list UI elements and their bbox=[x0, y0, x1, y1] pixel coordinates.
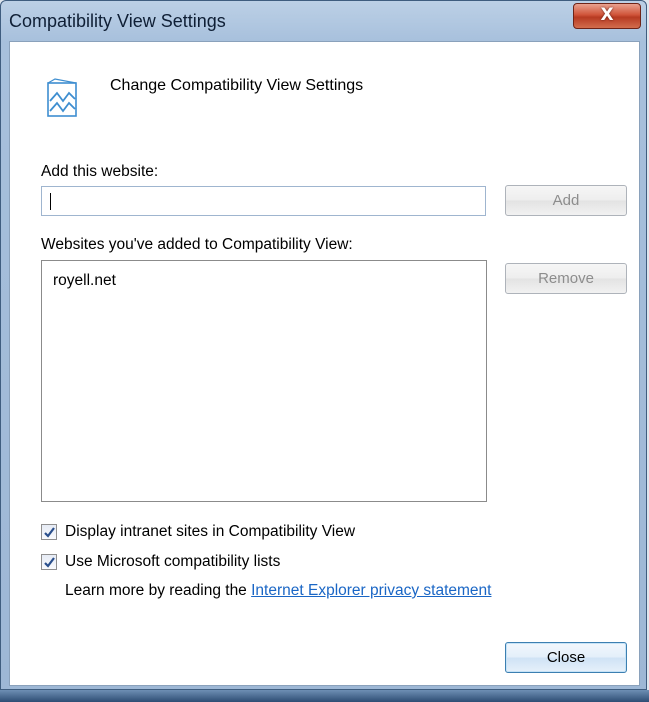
intranet-label[interactable]: Display intranet sites in Compatibility … bbox=[65, 523, 355, 541]
learn-more-text: Learn more by reading the Internet Explo… bbox=[65, 582, 491, 600]
dialog-content: Change Compatibility View Settings Add t… bbox=[9, 41, 640, 686]
close-icon: X bbox=[600, 5, 614, 25]
checkmark-icon bbox=[44, 527, 55, 538]
websites-listbox[interactable]: royell.net bbox=[41, 260, 487, 502]
add-button[interactable]: Add bbox=[505, 185, 627, 216]
privacy-statement-link[interactable]: Internet Explorer privacy statement bbox=[251, 582, 491, 599]
intranet-checkbox[interactable] bbox=[41, 524, 57, 540]
websites-list-label: Websites you've added to Compatibility V… bbox=[41, 236, 353, 253]
list-item[interactable]: royell.net bbox=[53, 272, 116, 290]
window-title: Compatibility View Settings bbox=[9, 11, 226, 31]
ms-lists-label[interactable]: Use Microsoft compatibility lists bbox=[65, 553, 280, 571]
add-website-label: Add this website: bbox=[41, 163, 159, 180]
ms-lists-checkbox[interactable] bbox=[41, 554, 57, 570]
title-bar[interactable]: Compatibility View Settings X bbox=[1, 1, 646, 41]
learn-more-prefix: Learn more by reading the bbox=[65, 582, 252, 599]
close-button[interactable]: Close bbox=[505, 642, 627, 673]
header-title: Change Compatibility View Settings bbox=[110, 77, 364, 94]
add-website-input[interactable] bbox=[41, 186, 486, 216]
dialog-window: Compatibility View Settings X Change Com… bbox=[0, 0, 647, 690]
remove-button[interactable]: Remove bbox=[505, 263, 627, 294]
window-close-button[interactable]: X bbox=[573, 3, 641, 29]
compatibility-view-icon bbox=[47, 78, 77, 117]
taskbar-edge bbox=[0, 690, 649, 702]
checkmark-icon bbox=[44, 557, 55, 568]
text-caret bbox=[50, 193, 51, 210]
